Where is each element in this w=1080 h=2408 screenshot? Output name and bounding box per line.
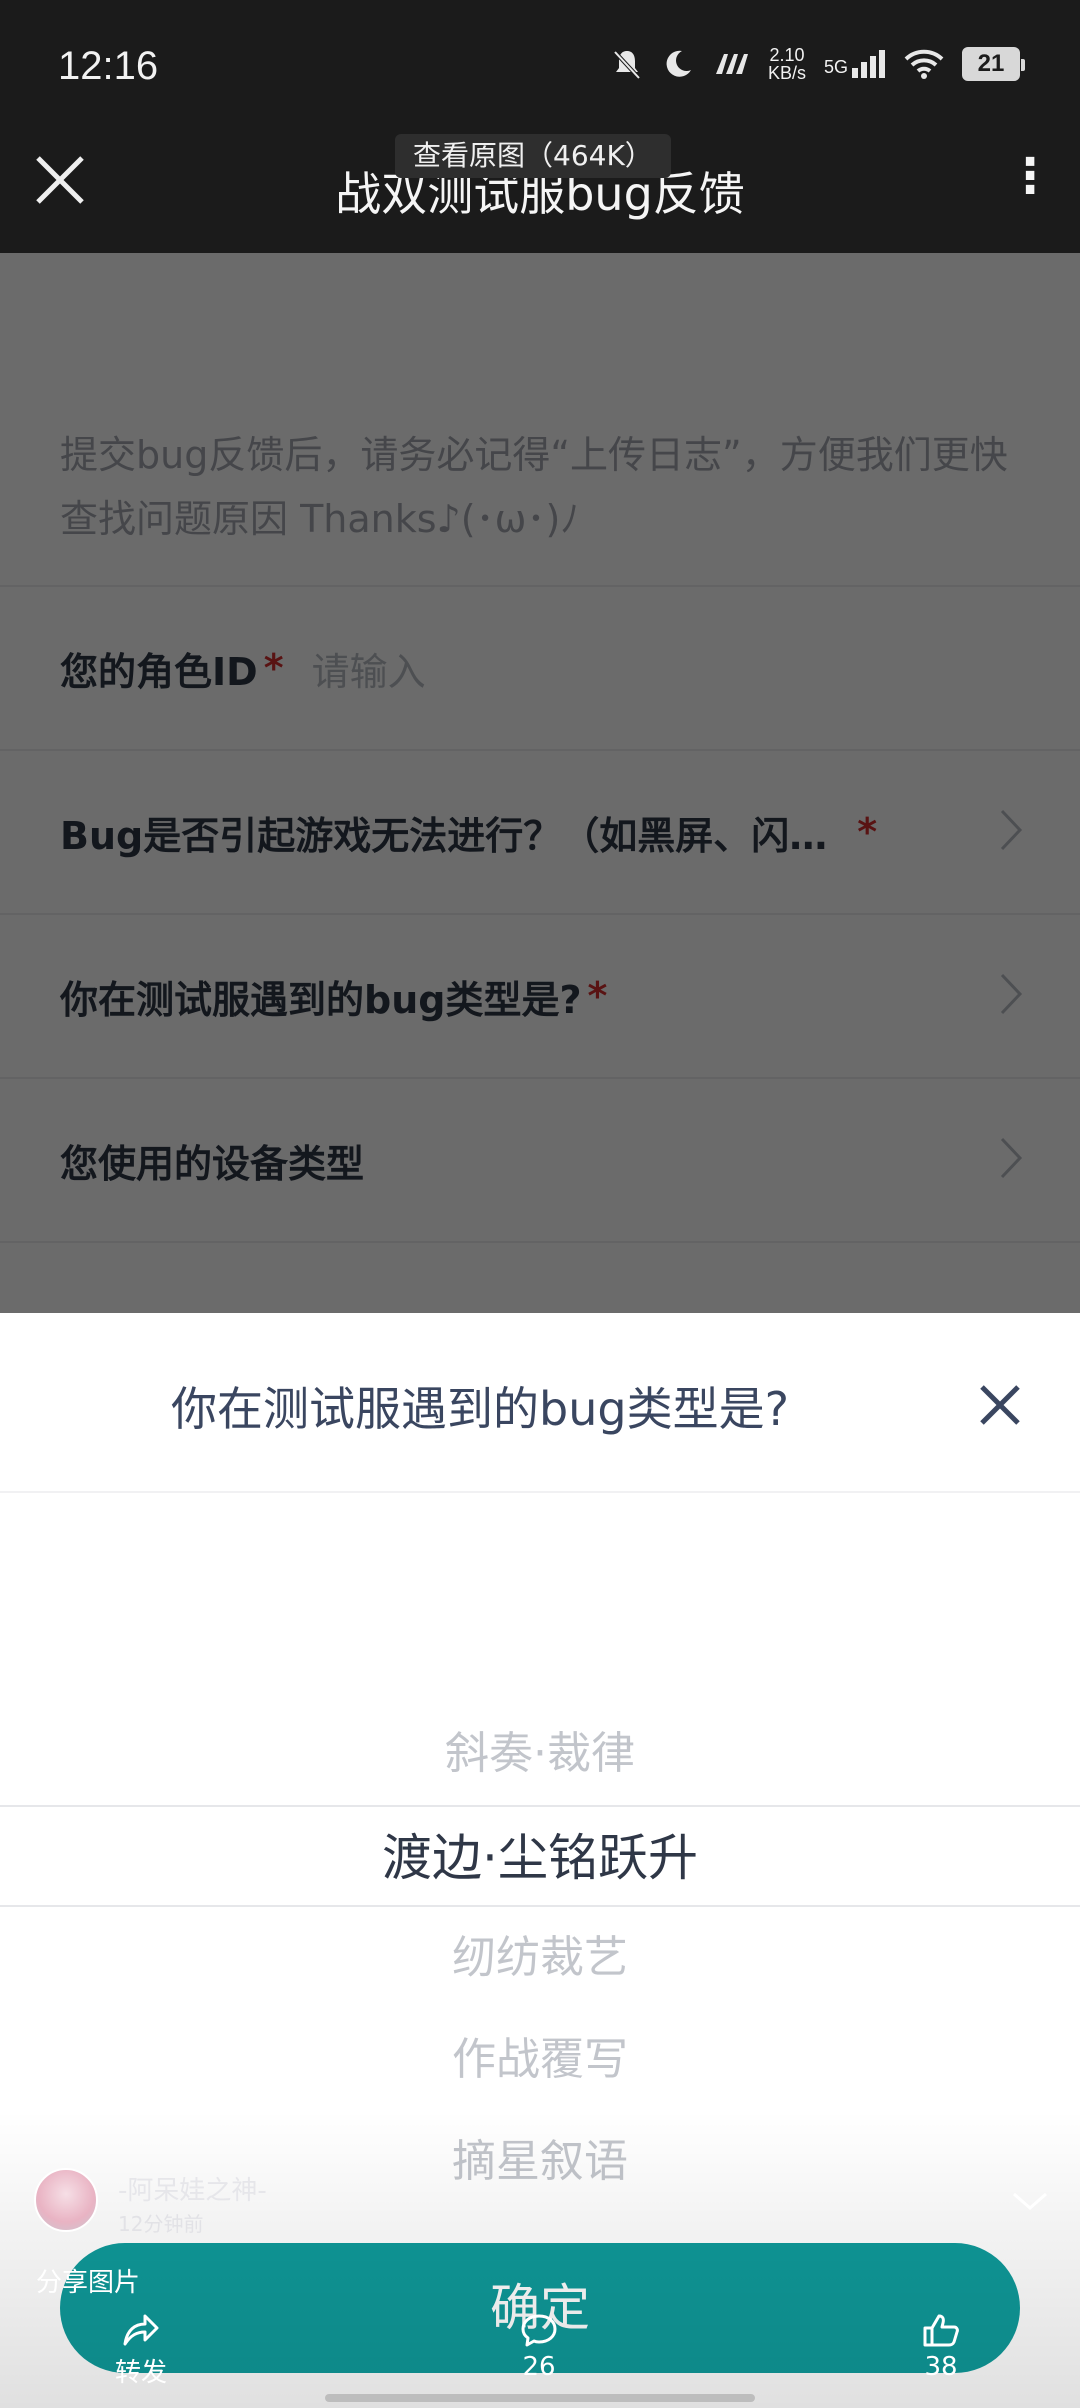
status-time: 12:16: [58, 44, 159, 88]
picker-option[interactable]: 作战覆写: [0, 2009, 1080, 2111]
moon-icon: [666, 50, 691, 77]
question-label: 你在测试服遇到的bug类型是?: [60, 977, 582, 1022]
comment-icon: [521, 2314, 557, 2347]
brand-m-icon: [715, 54, 748, 74]
mute-icon: [613, 50, 641, 80]
author-name[interactable]: -阿呆娃之神-: [118, 2170, 267, 2207]
forward-button[interactable]: 转发: [96, 2312, 186, 2389]
like-count: 38: [924, 2352, 958, 2382]
like-button[interactable]: 38: [896, 2312, 986, 2382]
role-id-input[interactable]: 请输入: [312, 641, 426, 696]
question-row-crash[interactable]: Bug是否引起游戏无法进行？（如黑屏、闪… *: [0, 749, 1080, 913]
thumbs-up-icon: [923, 2314, 959, 2347]
picker-sheet: 你在测试服遇到的bug类型是? 斜奏·裁律 渡边·尘铭跃升 纫纺裁艺 作战覆写 …: [0, 1313, 1080, 2408]
required-mark: *: [263, 646, 284, 690]
net-speed: 2.10 KB/s: [767, 45, 806, 83]
question-row-device[interactable]: 您使用的设备类型: [0, 1077, 1080, 1241]
comment-count: 26: [522, 2352, 556, 2382]
comment-button[interactable]: 26: [494, 2312, 584, 2382]
picker-wheel[interactable]: 斜奏·裁律 渡边·尘铭跃升 纫纺裁艺 作战覆写 摘星叙语: [0, 1703, 1080, 2213]
home-indicator[interactable]: [325, 2394, 755, 2402]
feedback-form: 提交bug反馈后，请务必记得“上传日志”，方便我们更快查找问题原因 Thanks…: [0, 253, 1080, 1313]
question-row-bug-type[interactable]: 你在测试服遇到的bug类型是? *: [0, 913, 1080, 1077]
chevron-right-icon: [1000, 1137, 1023, 1179]
more-icon[interactable]: ⋮: [1006, 148, 1054, 204]
chevron-right-icon: [1000, 809, 1023, 851]
chevron-right-icon: [1000, 973, 1023, 1015]
forward-label: 转发: [114, 2358, 167, 2388]
status-bar: 12:16 2.10 KB/s 5G 21: [0, 0, 1080, 140]
close-icon[interactable]: [972, 1377, 1028, 1433]
question-label: 您使用的设备类型: [60, 1141, 365, 1186]
battery-icon: 21: [962, 47, 1025, 81]
top-nav: 战双测试服bug反馈 查看原图（464K） ⋮: [0, 134, 1080, 253]
required-mark: *: [857, 810, 878, 854]
picker-option-selected[interactable]: 渡边·尘铭跃升: [0, 1805, 1080, 1907]
status-icons: 2.10 KB/s 5G 21: [610, 45, 1025, 83]
signal-icon: 5G: [824, 50, 886, 78]
picker-title: 你在测试服遇到的bug类型是?: [171, 1382, 789, 1436]
required-mark: *: [587, 974, 608, 1018]
role-id-label: 您的角色ID: [60, 649, 258, 694]
share-image-label[interactable]: 分享图片: [36, 2262, 140, 2299]
picker-option[interactable]: 斜奏·裁律: [0, 1703, 1080, 1805]
question-row-partial: [0, 1241, 1080, 1313]
wifi-icon: [904, 49, 944, 79]
post-time: 12分钟前: [118, 2212, 204, 2236]
view-original-button[interactable]: 查看原图（464K）: [395, 134, 671, 178]
avatar[interactable]: [34, 2168, 98, 2232]
picker-option[interactable]: 纫纺裁艺: [0, 1907, 1080, 2009]
divider: [0, 1491, 1080, 1493]
question-label: Bug是否引起游戏无法进行？（如黑屏、闪…: [60, 813, 828, 858]
form-note: 提交bug反馈后，请务必记得“上传日志”，方便我们更快查找问题原因 Thanks…: [60, 433, 1008, 541]
share-icon: [123, 2314, 159, 2346]
chevron-down-icon[interactable]: [1010, 2188, 1050, 2214]
role-id-row[interactable]: 您的角色ID * 请输入: [0, 585, 1080, 749]
